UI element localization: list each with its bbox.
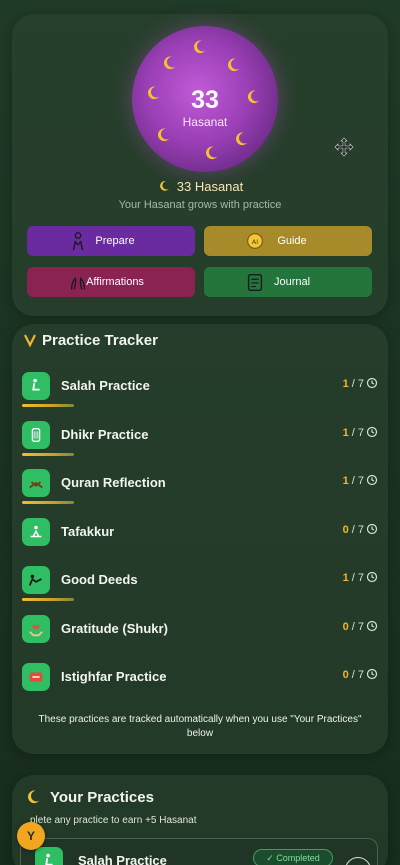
practice-tracker-card: Practice Tracker Salah Practice 1 / 7 Dh… [12,324,388,754]
history-icon[interactable] [366,668,378,680]
svg-text:AI: AI [252,238,258,246]
tracker-count-current: 0 [342,669,349,681]
completed-badge: ✓ Completed [253,849,333,865]
tracker-row-istighfar[interactable]: Istighfar Practice 0 / 7 [22,657,378,697]
crescent-icon [27,790,40,804]
tracker-row-label: Quran Reflection [61,475,166,490]
hasanat-count-text: 33 Hasanat [176,179,244,194]
hasanat-card: 33 Hasanat 33 Hasanat Your Hasanat grows… [12,14,388,316]
tracker-note: These practices are tracked automaticall… [38,714,362,739]
affirmations-label: Affirmations [86,276,144,288]
tracker-count-total: / 7 [351,524,364,536]
history-icon[interactable] [366,474,378,486]
your-practices-subtitle: plete any practice to earn +5 Hasanat [30,815,197,826]
tracker-count-current: 1 [342,427,349,439]
salah-icon [35,847,63,865]
tracker-row-label: Tafakkur [61,524,115,539]
tracker-row-label: Istighfar Practice [61,669,167,684]
tracker-count-current: 0 [342,524,349,536]
affirmations-button[interactable]: Affirmations [27,267,195,297]
hasanat-count: 33 Hasanat [12,179,388,194]
progress-bar [22,453,74,456]
tracker-count: 0 / 7 [343,621,364,633]
tracker-count: 1 / 7 [343,378,364,390]
tracker-row-quran[interactable]: Quran Reflection 1 / 7 [22,463,378,504]
tracker-count-current: 0 [342,621,349,633]
tafakkur-icon [22,518,50,546]
tracker-count: 0 / 7 [343,524,364,536]
gratitude-icon [22,615,50,643]
guide-button[interactable]: AI Guide [204,226,372,256]
move-cursor-icon [334,137,354,157]
your-practices-title: Your Practices [50,789,154,806]
tracker-count-current: 1 [342,572,349,584]
crescent-icon [159,180,169,191]
tracker-count-total: / 7 [351,475,364,487]
salah-icon [22,372,50,400]
tracker-count: 1 / 7 [343,572,364,584]
tracker-title: Practice Tracker [42,332,158,349]
practice-item-salah[interactable]: Salah Practice ✓ Completed [20,838,378,865]
prepare-label: Prepare [95,235,135,247]
tracker-count: 1 / 7 [343,427,364,439]
progress-bar [22,501,74,504]
crescent-icon [163,56,176,70]
orb-value: 33 [191,86,219,114]
tracker-count: 1 / 7 [343,475,364,487]
crescent-icon [205,146,218,160]
tracker-logo-icon [24,334,36,347]
istighfar-icon [22,663,50,691]
history-icon[interactable] [366,620,378,632]
tracker-row-salah[interactable]: Salah Practice 1 / 7 [22,366,378,407]
guide-label: Guide [277,235,307,247]
tracker-row-label: Gratitude (Shukr) [61,621,168,636]
crescent-icon [235,132,248,146]
quran-icon [22,469,50,497]
tracker-row-tafakkur[interactable]: Tafakkur 0 / 7 [22,512,378,552]
progress-bar [22,598,74,601]
person-praying-icon [72,232,84,251]
journal-label: Journal [273,276,311,288]
history-icon[interactable] [366,377,378,389]
tracker-row-good-deeds[interactable]: Good Deeds 1 / 7 [22,560,378,601]
practice-toggle[interactable] [345,857,371,865]
journal-button[interactable]: Journal [204,267,372,297]
ai-badge-icon: AI [247,233,263,249]
tracker-row-label: Salah Practice [61,378,150,393]
crescent-icon [227,58,240,72]
tracker-count-total: / 7 [351,621,364,633]
tracker-row-label: Dhikr Practice [61,427,149,442]
avatar[interactable]: Y [17,822,45,850]
prepare-button[interactable]: Prepare [27,226,195,256]
hasanat-subtitle: Your Hasanat grows with practice [118,199,282,211]
dhikr-icon [22,421,50,449]
orb-label: Hasanat [182,115,228,129]
tracker-row-dhikr[interactable]: Dhikr Practice 1 / 7 [22,415,378,456]
tracker-count-current: 1 [342,475,349,487]
tracker-count: 0 / 7 [343,669,364,681]
progress-bar [22,404,74,407]
hands-icon [70,276,86,290]
history-icon[interactable] [366,426,378,438]
history-icon[interactable] [366,523,378,535]
tracker-count-total: / 7 [351,572,364,584]
tracker-count-current: 1 [342,378,349,390]
practice-item-label: Salah Practice [78,853,167,865]
tracker-row-label: Good Deeds [61,572,138,587]
good-deeds-icon [22,566,50,594]
tracker-count-total: / 7 [351,669,364,681]
journal-icon [247,273,263,291]
crescent-icon [193,40,206,54]
hasanat-orb[interactable]: 33 Hasanat [132,26,278,172]
tracker-count-total: / 7 [351,427,364,439]
history-icon[interactable] [366,571,378,583]
tracker-row-gratitude[interactable]: Gratitude (Shukr) 0 / 7 [22,609,378,649]
tracker-count-total: / 7 [351,378,364,390]
